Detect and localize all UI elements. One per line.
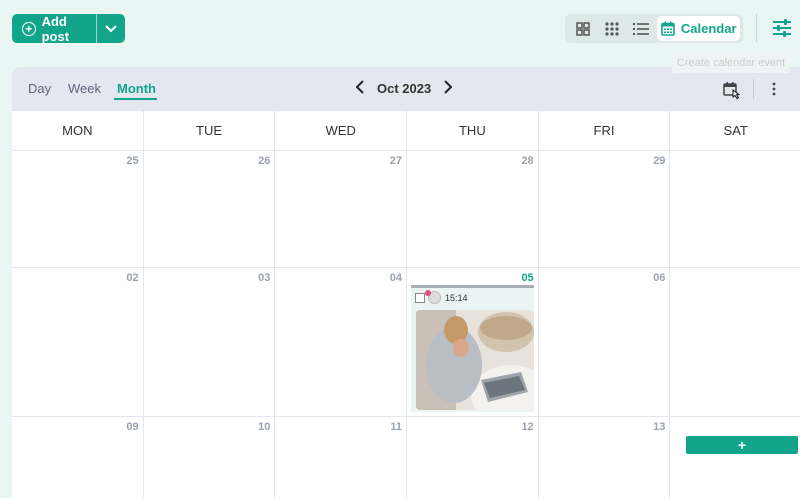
- day-number: 04: [389, 272, 403, 284]
- day-number: 09: [126, 421, 139, 433]
- plus-circle-icon: +: [22, 21, 36, 36]
- post-photo-image: [416, 310, 535, 410]
- grid-dots-icon: [605, 21, 619, 36]
- day-number: 02: [126, 272, 139, 284]
- post-select-checkbox[interactable]: [415, 293, 426, 303]
- add-post-button[interactable]: + Add post: [12, 13, 125, 44]
- more-options-icon[interactable]: [772, 81, 776, 97]
- add-post-label: Add post: [41, 13, 70, 44]
- add-post-dropdown[interactable]: [97, 14, 125, 43]
- day-number: 05: [521, 272, 534, 284]
- grid-small-view-button[interactable]: [597, 17, 626, 41]
- view-switcher: Calendar: [565, 14, 743, 43]
- list-icon: [632, 22, 649, 35]
- list-view-button[interactable]: [626, 17, 655, 41]
- header-divider: [753, 79, 754, 99]
- day-cell[interactable]: 13: [538, 417, 671, 498]
- day-cell[interactable]: 04: [275, 268, 408, 416]
- day-cell[interactable]: [670, 151, 800, 267]
- day-cell[interactable]: 10: [143, 417, 276, 498]
- day-cell[interactable]: 25: [12, 151, 144, 267]
- day-number: 29: [653, 155, 666, 167]
- week-row: 02 03 04 05 15:14 06: [12, 268, 800, 417]
- day-number: 27: [389, 155, 403, 167]
- filters-sliders-icon[interactable]: [772, 18, 792, 38]
- grid-large-icon: [575, 21, 590, 36]
- calendar-panel: Day Week Month Oct 2023 MON TUE WED THU …: [12, 67, 800, 498]
- create-event-tooltip: Create calendar event: [672, 53, 790, 73]
- day-number: 13: [653, 421, 666, 433]
- calendar-view-button[interactable]: Calendar: [657, 16, 740, 41]
- day-cell[interactable]: 09: [12, 417, 144, 498]
- day-cell[interactable]: 27: [275, 151, 408, 267]
- day-cell[interactable]: 29: [538, 151, 671, 267]
- grid-view-button[interactable]: [568, 17, 597, 41]
- tab-week[interactable]: Week: [68, 81, 101, 96]
- day-number: 12: [521, 421, 534, 433]
- day-cell[interactable]: 28: [407, 151, 539, 267]
- month-grid: 25 26 27 28 29 02 03 04 05 15:14 06 09 1…: [12, 151, 800, 498]
- day-cell[interactable]: 26: [143, 151, 276, 267]
- day-number: 28: [521, 155, 534, 167]
- week-row: 09 10 11 12 13: [12, 417, 800, 498]
- next-month-icon[interactable]: [444, 80, 452, 94]
- week-row: 25 26 27 28 29: [12, 151, 800, 268]
- post-thumbnail[interactable]: [416, 310, 535, 410]
- day-cell[interactable]: [670, 417, 800, 498]
- active-tab-indicator: [114, 98, 157, 100]
- day-cell-today[interactable]: 05 15:14: [407, 268, 539, 416]
- day-cell[interactable]: [670, 268, 800, 416]
- day-number: 26: [258, 155, 271, 167]
- tab-day[interactable]: Day: [28, 81, 51, 96]
- day-number: 03: [258, 272, 271, 284]
- day-cell[interactable]: 06: [538, 268, 671, 416]
- tab-month[interactable]: Month: [117, 81, 156, 96]
- calendar-view-label: Calendar: [680, 21, 737, 36]
- weekday-thu: THU: [407, 111, 539, 151]
- day-number: 25: [126, 155, 139, 167]
- weekday-mon: MON: [12, 111, 144, 151]
- create-event-icon[interactable]: [723, 81, 741, 99]
- scheduled-post-card[interactable]: 15:14: [411, 288, 535, 412]
- day-cell[interactable]: 02: [12, 268, 144, 416]
- weekday-tue: TUE: [143, 111, 276, 151]
- add-post-to-day-button[interactable]: +: [686, 436, 798, 454]
- day-cell[interactable]: 11: [275, 417, 408, 498]
- add-post-main[interactable]: + Add post: [12, 13, 96, 44]
- day-number: 10: [258, 421, 271, 433]
- calendar-icon: [661, 21, 675, 36]
- current-period-label: Oct 2023: [377, 81, 432, 96]
- weekday-sat: SAT: [670, 111, 800, 151]
- toolbar-divider: [756, 14, 757, 42]
- chevron-down-icon: [105, 24, 117, 32]
- post-time: 15:14: [445, 293, 468, 303]
- weekday-header-row: MON TUE WED THU FRI SAT: [12, 111, 800, 151]
- weekday-wed: WED: [275, 111, 408, 151]
- weekday-fri: FRI: [538, 111, 671, 151]
- network-badge-icon: [425, 290, 432, 296]
- calendar-header: Day Week Month Oct 2023: [12, 67, 800, 111]
- day-number: 06: [653, 272, 666, 284]
- day-cell[interactable]: 12: [407, 417, 539, 498]
- day-cell[interactable]: 03: [143, 268, 276, 416]
- day-number: 11: [390, 421, 403, 433]
- prev-month-icon[interactable]: [356, 80, 364, 94]
